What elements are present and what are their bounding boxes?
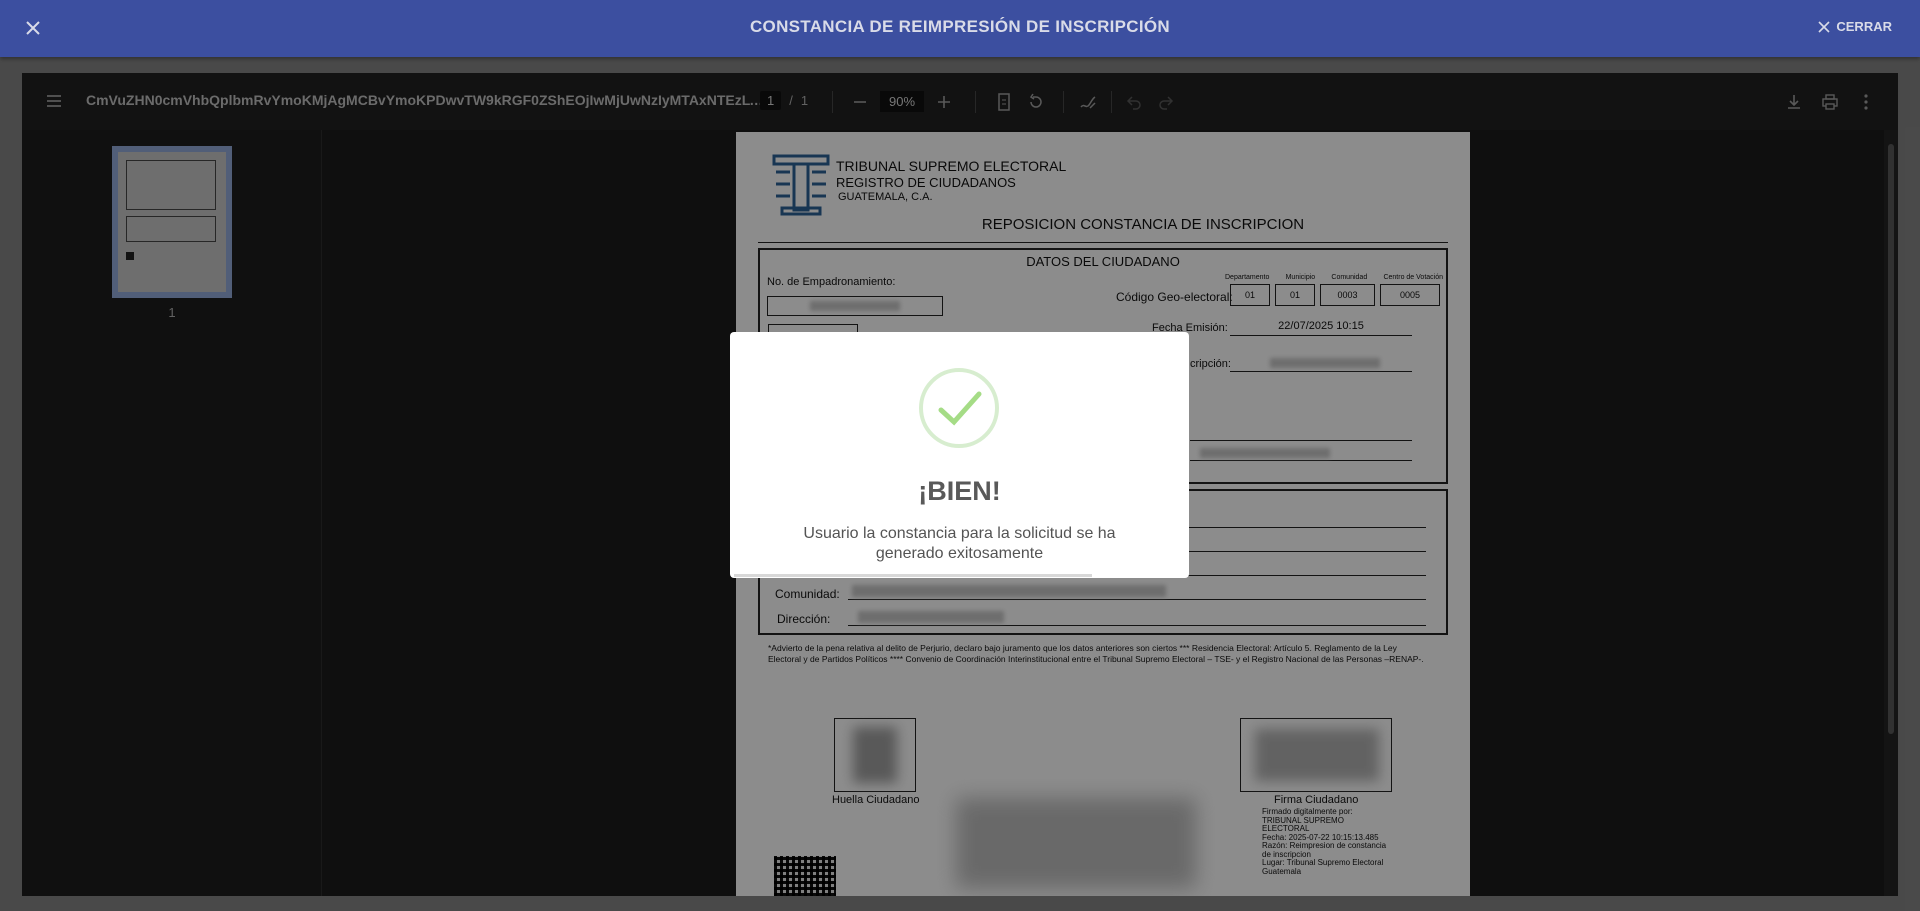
success-check-icon — [919, 368, 999, 448]
top-header: CONSTANCIA DE REIMPRESIÓN DE INSCRIPCIÓN… — [0, 0, 1920, 57]
success-dialog: ¡BIEN! Usuario la constancia para la sol… — [730, 332, 1189, 578]
cerrar-label: CERRAR — [1836, 19, 1892, 34]
page-title: CONSTANCIA DE REIMPRESIÓN DE INSCRIPCIÓN — [0, 17, 1920, 37]
close-small-icon — [1818, 21, 1830, 33]
dialog-heading: ¡BIEN! — [730, 476, 1189, 507]
dialog-message: Usuario la constancia para la solicitud … — [770, 524, 1149, 564]
cerrar-button[interactable]: CERRAR — [1818, 19, 1892, 34]
timer-progress-bar — [734, 574, 1092, 577]
